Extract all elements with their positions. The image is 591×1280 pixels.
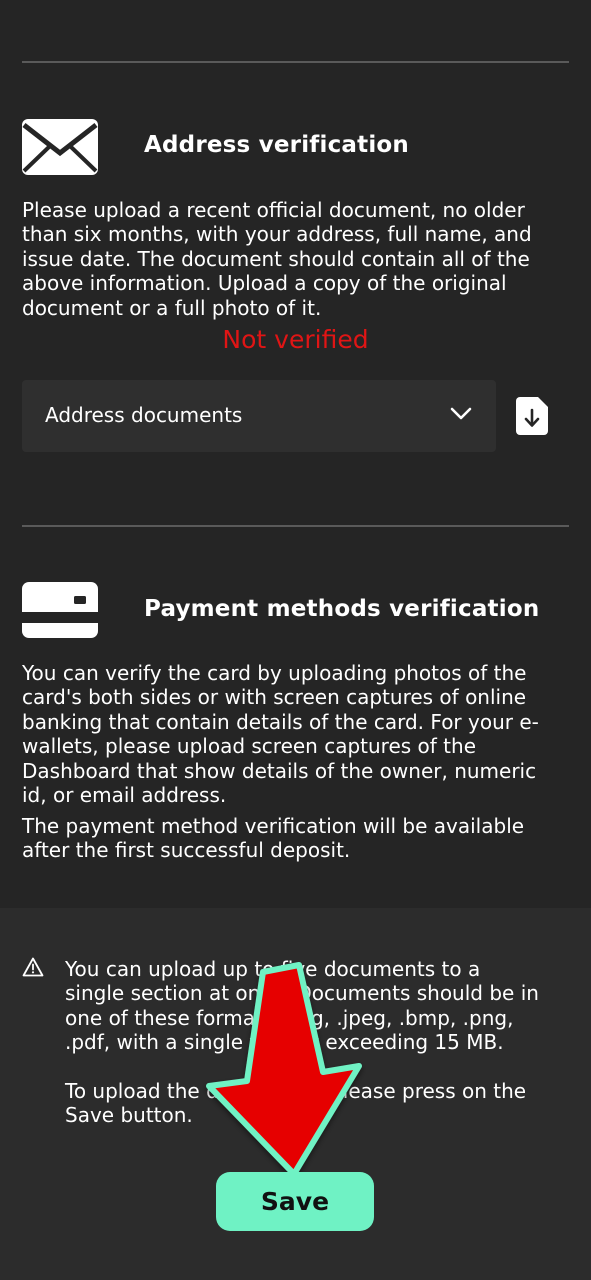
address-documents-select[interactable]: Address documents <box>22 380 496 452</box>
verification-panel: Address verification Please upload a rec… <box>0 0 591 908</box>
divider <box>22 525 569 527</box>
note-line: The payment method verification will be … <box>22 814 525 838</box>
envelope-icon <box>22 119 98 179</box>
description-line: above information. Upload a copy of the … <box>22 271 507 296</box>
description-line: id, or email address. <box>22 783 227 808</box>
address-verification-title: Address verification <box>144 132 409 158</box>
save-button[interactable]: Save <box>216 1172 374 1231</box>
warning-icon <box>22 957 44 981</box>
description-line: Dashboard that show details of the owner… <box>22 758 537 783</box>
description-line: Please upload a recent official document… <box>22 198 525 222</box>
note-line: after the first successful deposit. <box>22 838 351 863</box>
description-line: card's both sides or with screen capture… <box>22 685 527 710</box>
select-value: Address documents <box>45 403 243 427</box>
payment-verification-title: Payment methods verification <box>144 596 540 622</box>
address-verification-description: Please upload a recent official document… <box>22 198 582 320</box>
description-line: than six months, with your address, full… <box>22 222 532 247</box>
description-line: document or a full photo of it. <box>22 295 322 320</box>
red-arrow-down-icon <box>200 960 370 1189</box>
upload-file-icon[interactable] <box>516 397 548 439</box>
card-icon <box>22 582 98 642</box>
description-line: banking that contain details of the card… <box>22 709 539 734</box>
divider <box>22 61 569 63</box>
chevron-down-icon <box>450 406 472 425</box>
description-line: You can verify the card by uploading pho… <box>22 661 527 685</box>
description-line: wallets, please upload screen captures o… <box>22 734 477 759</box>
description-line: issue date. The document should contain … <box>22 246 530 271</box>
payment-verification-description: You can verify the card by uploading pho… <box>22 661 582 807</box>
verification-status: Not verified <box>222 325 369 354</box>
payment-verification-note: The payment method verification will be … <box>22 814 582 863</box>
